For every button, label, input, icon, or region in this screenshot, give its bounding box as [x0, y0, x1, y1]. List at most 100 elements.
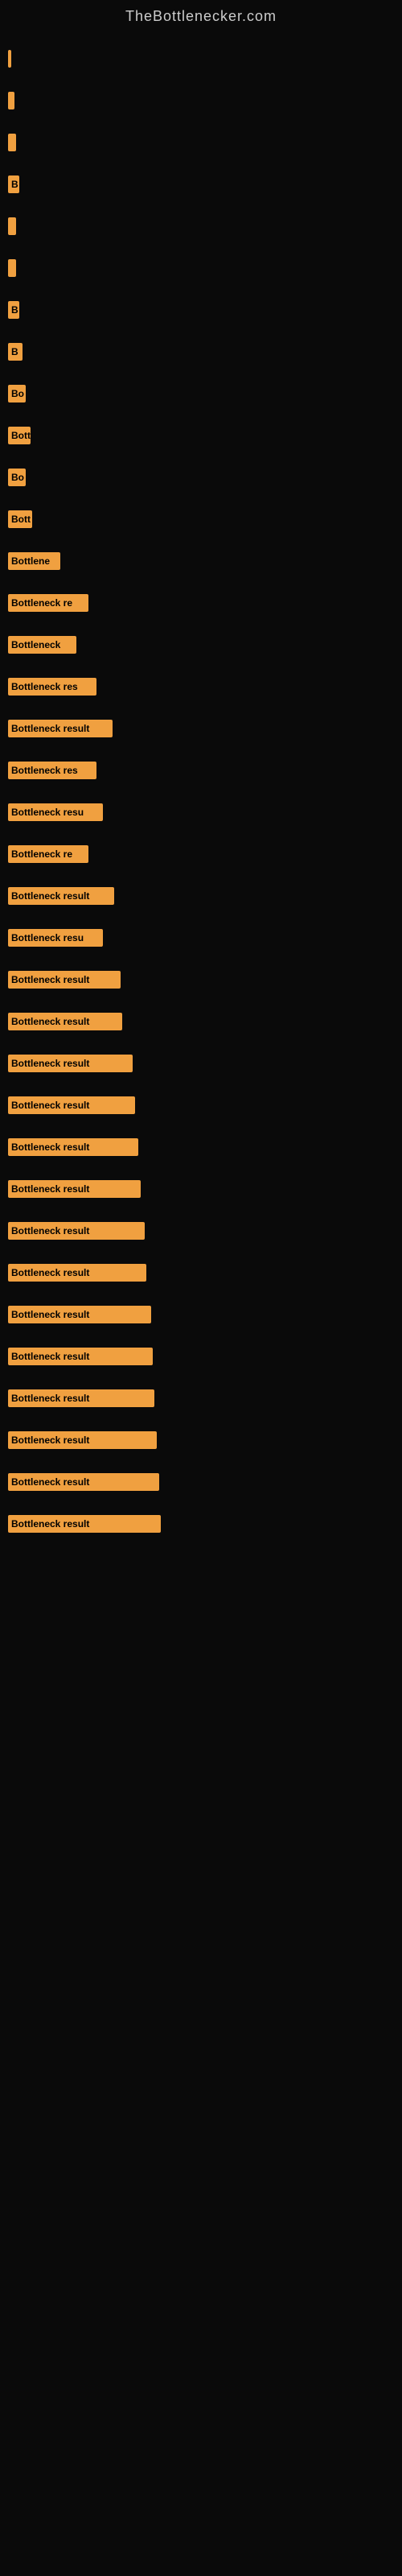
bar-label: Bottleneck result: [8, 975, 92, 985]
bar-block: Bottleneck result: [8, 1180, 141, 1198]
site-title: TheBottlenecker.com: [0, 0, 402, 41]
bar-block: Bottlene: [8, 552, 60, 570]
bar-block: [8, 134, 16, 151]
bar-block: Bottleneck result: [8, 1222, 145, 1240]
bar-label: Bottleneck result: [8, 891, 92, 901]
bar-label: Bo: [8, 389, 27, 398]
bar-block: Bottleneck: [8, 636, 76, 654]
bar-label: Bott: [8, 514, 34, 524]
bar-label: Bottleneck result: [8, 1142, 92, 1152]
bar-block: Bottleneck res: [8, 678, 96, 696]
bar-row: B: [8, 342, 394, 361]
bar-label: Bottleneck result: [8, 1017, 92, 1026]
bar-label: Bottleneck result: [8, 1268, 92, 1278]
bar-block: Bottleneck result: [8, 1138, 138, 1156]
bar-row: Bottleneck res: [8, 761, 394, 780]
bar-row: Bottleneck result: [8, 1305, 394, 1324]
bar-block: Bottleneck result: [8, 720, 113, 737]
bar-row: B: [8, 300, 394, 320]
bar-label: B: [8, 305, 22, 315]
bar-label: Bottleneck result: [8, 1519, 92, 1529]
bar-label: Bottleneck resu: [8, 933, 87, 943]
bar-row: Bottleneck result: [8, 1054, 394, 1073]
bar-row: Bo: [8, 468, 394, 487]
bar-block: [8, 92, 14, 109]
bar-row: Bottleneck result: [8, 1221, 394, 1241]
bar-row: Bottleneck resu: [8, 803, 394, 822]
bar-row: Bott: [8, 510, 394, 529]
bar-row: Bottlene: [8, 551, 394, 571]
bar-block: Bottleneck result: [8, 1515, 161, 1533]
bar-label: Bottleneck re: [8, 849, 76, 859]
bar-block: Bottleneck result: [8, 1264, 146, 1282]
bar-label: Bottleneck result: [8, 1100, 92, 1110]
chart-area: B B B Bo Bott Bo Bott Bottlene Bottleneck re Bott…: [0, 41, 402, 1564]
bar-label: Bo: [8, 473, 27, 482]
bar-label: Bottleneck result: [8, 1477, 92, 1487]
bar-row: Bottleneck result: [8, 719, 394, 738]
bar-block: Bottleneck result: [8, 971, 121, 989]
bar-row: Bottleneck re: [8, 593, 394, 613]
bar-row: Bottleneck result: [8, 970, 394, 989]
bar-block: [8, 50, 11, 68]
bar-row: [8, 217, 394, 236]
bar-row: Bott: [8, 426, 394, 445]
bar-block: Bottleneck result: [8, 1013, 122, 1030]
bar-label: Bott: [8, 431, 34, 440]
bar-row: Bottleneck result: [8, 1347, 394, 1366]
bar-label: B: [8, 347, 22, 357]
bar-label: Bottleneck resu: [8, 807, 87, 817]
bar-row: Bottleneck result: [8, 1179, 394, 1199]
bar-row: Bo: [8, 384, 394, 403]
bar-row: [8, 49, 394, 68]
bar-block: [8, 217, 16, 235]
bar-label: Bottleneck res: [8, 682, 81, 691]
bar-block: [8, 259, 16, 277]
bar-block: Bottleneck re: [8, 594, 88, 612]
bar-row: B: [8, 175, 394, 194]
bar-row: Bottleneck result: [8, 1389, 394, 1408]
bar-block: Bo: [8, 385, 26, 402]
bar-row: Bottleneck res: [8, 677, 394, 696]
bar-row: Bottleneck result: [8, 1012, 394, 1031]
bar-block: B: [8, 175, 19, 193]
bar-row: Bottleneck resu: [8, 928, 394, 947]
bar-block: Bottleneck result: [8, 1055, 133, 1072]
bar-label: Bottleneck result: [8, 1184, 92, 1194]
bar-label: B: [8, 180, 22, 189]
bar-block: Bottleneck result: [8, 887, 114, 905]
bar-block: B: [8, 343, 23, 361]
bar-label: Bottleneck result: [8, 1435, 92, 1445]
bar-row: Bottleneck result: [8, 1430, 394, 1450]
bar-row: Bottleneck: [8, 635, 394, 654]
bar-label: Bottleneck result: [8, 1310, 92, 1319]
bar-block: Bottleneck result: [8, 1348, 153, 1365]
bar-row: [8, 258, 394, 278]
bar-row: Bottleneck result: [8, 886, 394, 906]
bar-label: Bottleneck result: [8, 724, 92, 733]
bar-label: Bottleneck re: [8, 598, 76, 608]
bar-block: Bottleneck resu: [8, 929, 103, 947]
bar-label: Bottleneck result: [8, 1393, 92, 1403]
bar-block: Bottleneck result: [8, 1389, 154, 1407]
bar-label: Bottleneck result: [8, 1226, 92, 1236]
bar-block: Bottleneck result: [8, 1096, 135, 1114]
bar-block: Bottleneck result: [8, 1306, 151, 1323]
bar-block: Bott: [8, 427, 31, 444]
bar-label: Bottleneck result: [8, 1352, 92, 1361]
bar-label: Bottleneck res: [8, 766, 81, 775]
bar-block: Bottleneck res: [8, 762, 96, 779]
bar-row: Bottleneck result: [8, 1472, 394, 1492]
bar-row: Bottleneck re: [8, 844, 394, 864]
bar-label: Bottleneck result: [8, 1059, 92, 1068]
bar-row: Bottleneck result: [8, 1514, 394, 1534]
bar-block: Bottleneck result: [8, 1431, 157, 1449]
bar-block: B: [8, 301, 19, 319]
bar-block: Bo: [8, 469, 26, 486]
bar-block: Bottleneck re: [8, 845, 88, 863]
bar-block: Bott: [8, 510, 32, 528]
bar-row: [8, 133, 394, 152]
bar-block: Bottleneck result: [8, 1473, 159, 1491]
bar-block: Bottleneck resu: [8, 803, 103, 821]
bar-row: Bottleneck result: [8, 1137, 394, 1157]
